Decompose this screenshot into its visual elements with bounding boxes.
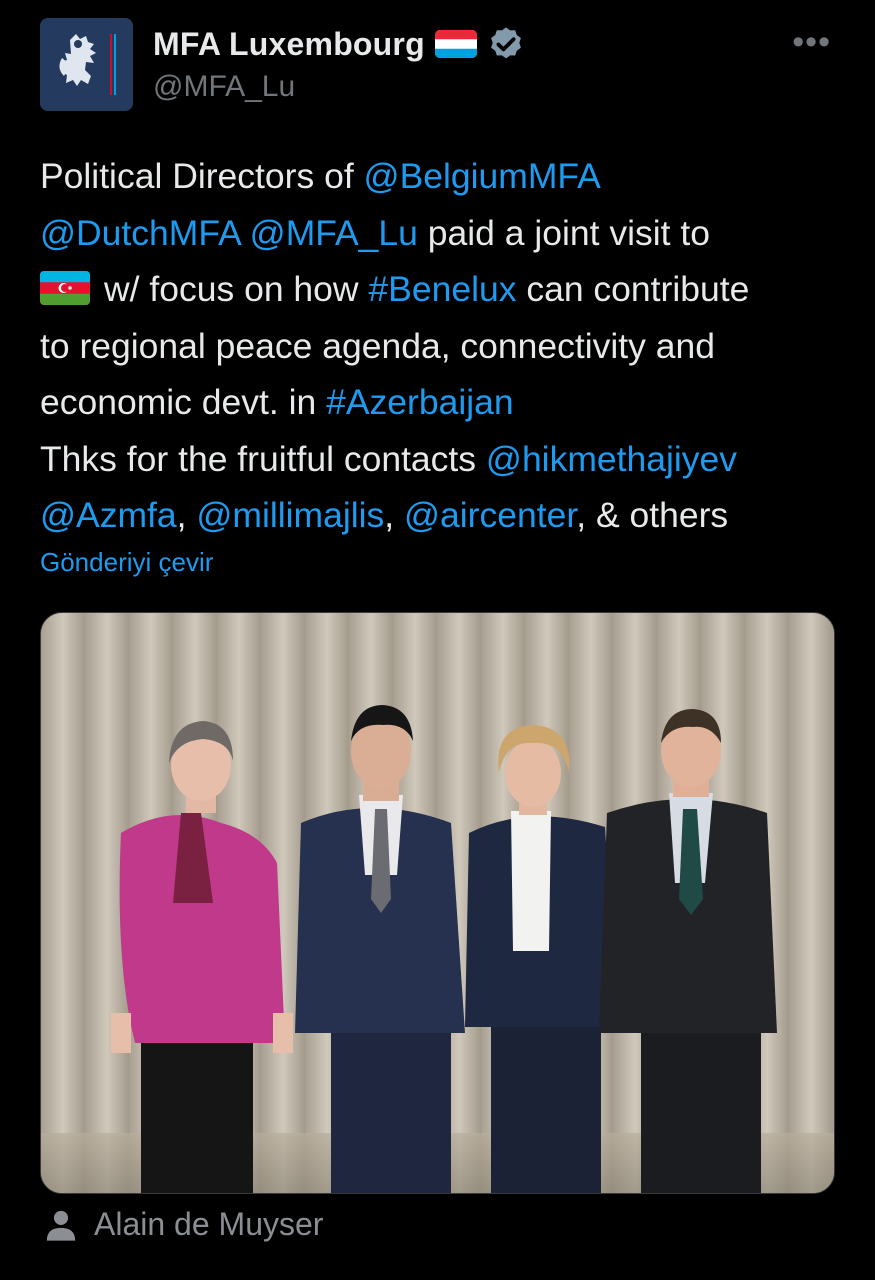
tweet-line: w/ focus on how #Benelux can contribute <box>40 261 850 318</box>
avatar[interactable] <box>40 18 133 111</box>
tweet-text-span: can contribute <box>516 269 750 309</box>
translate-post-link[interactable]: Gönderiyi çevir <box>40 547 213 578</box>
tweet-text-span: economic devt. in <box>40 382 327 422</box>
mention-link-dutchmfa[interactable]: @DutchMFA <box>40 213 240 253</box>
tweet-text-span: Thks for the fruitful contacts <box>40 438 486 479</box>
tweet-line: Political Directors of @BelgiumMFA <box>40 148 850 205</box>
tweet-text-span: to regional peace agenda, connectivity a… <box>40 325 715 366</box>
tweet-line: @DutchMFA @MFA_Lu paid a joint visit to <box>40 205 850 262</box>
luxembourg-lion-icon <box>40 18 133 111</box>
mention-link-millimajlis[interactable]: @millimajlis <box>196 495 384 535</box>
group-photo-image <box>41 613 834 1193</box>
mention-link-aircenter[interactable]: @aircenter <box>404 495 576 535</box>
tweet-text: Political Directors of @BelgiumMFA @Dutc… <box>40 148 850 544</box>
hashtag-link-azerbaijan[interactable]: #Azerbaijan <box>326 382 513 422</box>
mention-link-belgiummfa[interactable]: @BelgiumMFA <box>364 156 601 196</box>
tweet-text-span: , <box>384 495 405 535</box>
tweet-text-span: paid a joint visit to <box>417 212 710 253</box>
tweet-line: Thks for the fruitful contacts @hikmetha… <box>40 431 850 488</box>
tweet-text-span: w/ focus on how <box>104 269 369 309</box>
tweet-photo[interactable] <box>40 612 835 1194</box>
hashtag-link-benelux[interactable]: #Benelux <box>368 269 516 309</box>
tweet-line: to regional peace agenda, connectivity a… <box>40 318 850 375</box>
tweet-text-span: , <box>176 495 197 535</box>
tweet-line: @Azmfa, @millimajlis, @aircenter, & othe… <box>40 487 850 544</box>
author-display-name[interactable]: MFA Luxembourg <box>153 26 425 63</box>
mention-link-mfa-lu[interactable]: @MFA_Lu <box>250 213 418 253</box>
tweet-text-span <box>240 213 250 253</box>
mention-link-hikmethajiyev[interactable]: @hikmethajiyev <box>486 439 737 479</box>
azerbaijan-flag-icon <box>40 271 90 305</box>
tagged-people[interactable]: Alain de Muyser <box>44 1206 323 1243</box>
luxembourg-flag-icon <box>434 30 477 58</box>
author-name-row: MFA Luxembourg <box>153 22 525 66</box>
tweet-line: economic devt. in #Azerbaijan <box>40 374 850 431</box>
more-options-button[interactable]: ••• <box>792 25 831 59</box>
tweet-text-span: Political Directors of <box>40 156 364 196</box>
tweet-text-span: , & others <box>576 495 729 535</box>
mention-link-azmfa[interactable]: @Azmfa <box>40 495 177 535</box>
author-handle[interactable]: @MFA_Lu <box>153 70 295 104</box>
tagged-person-name[interactable]: Alain de Muyser <box>94 1206 323 1243</box>
verified-badge-icon[interactable] <box>487 25 525 63</box>
person-icon <box>46 1210 76 1241</box>
